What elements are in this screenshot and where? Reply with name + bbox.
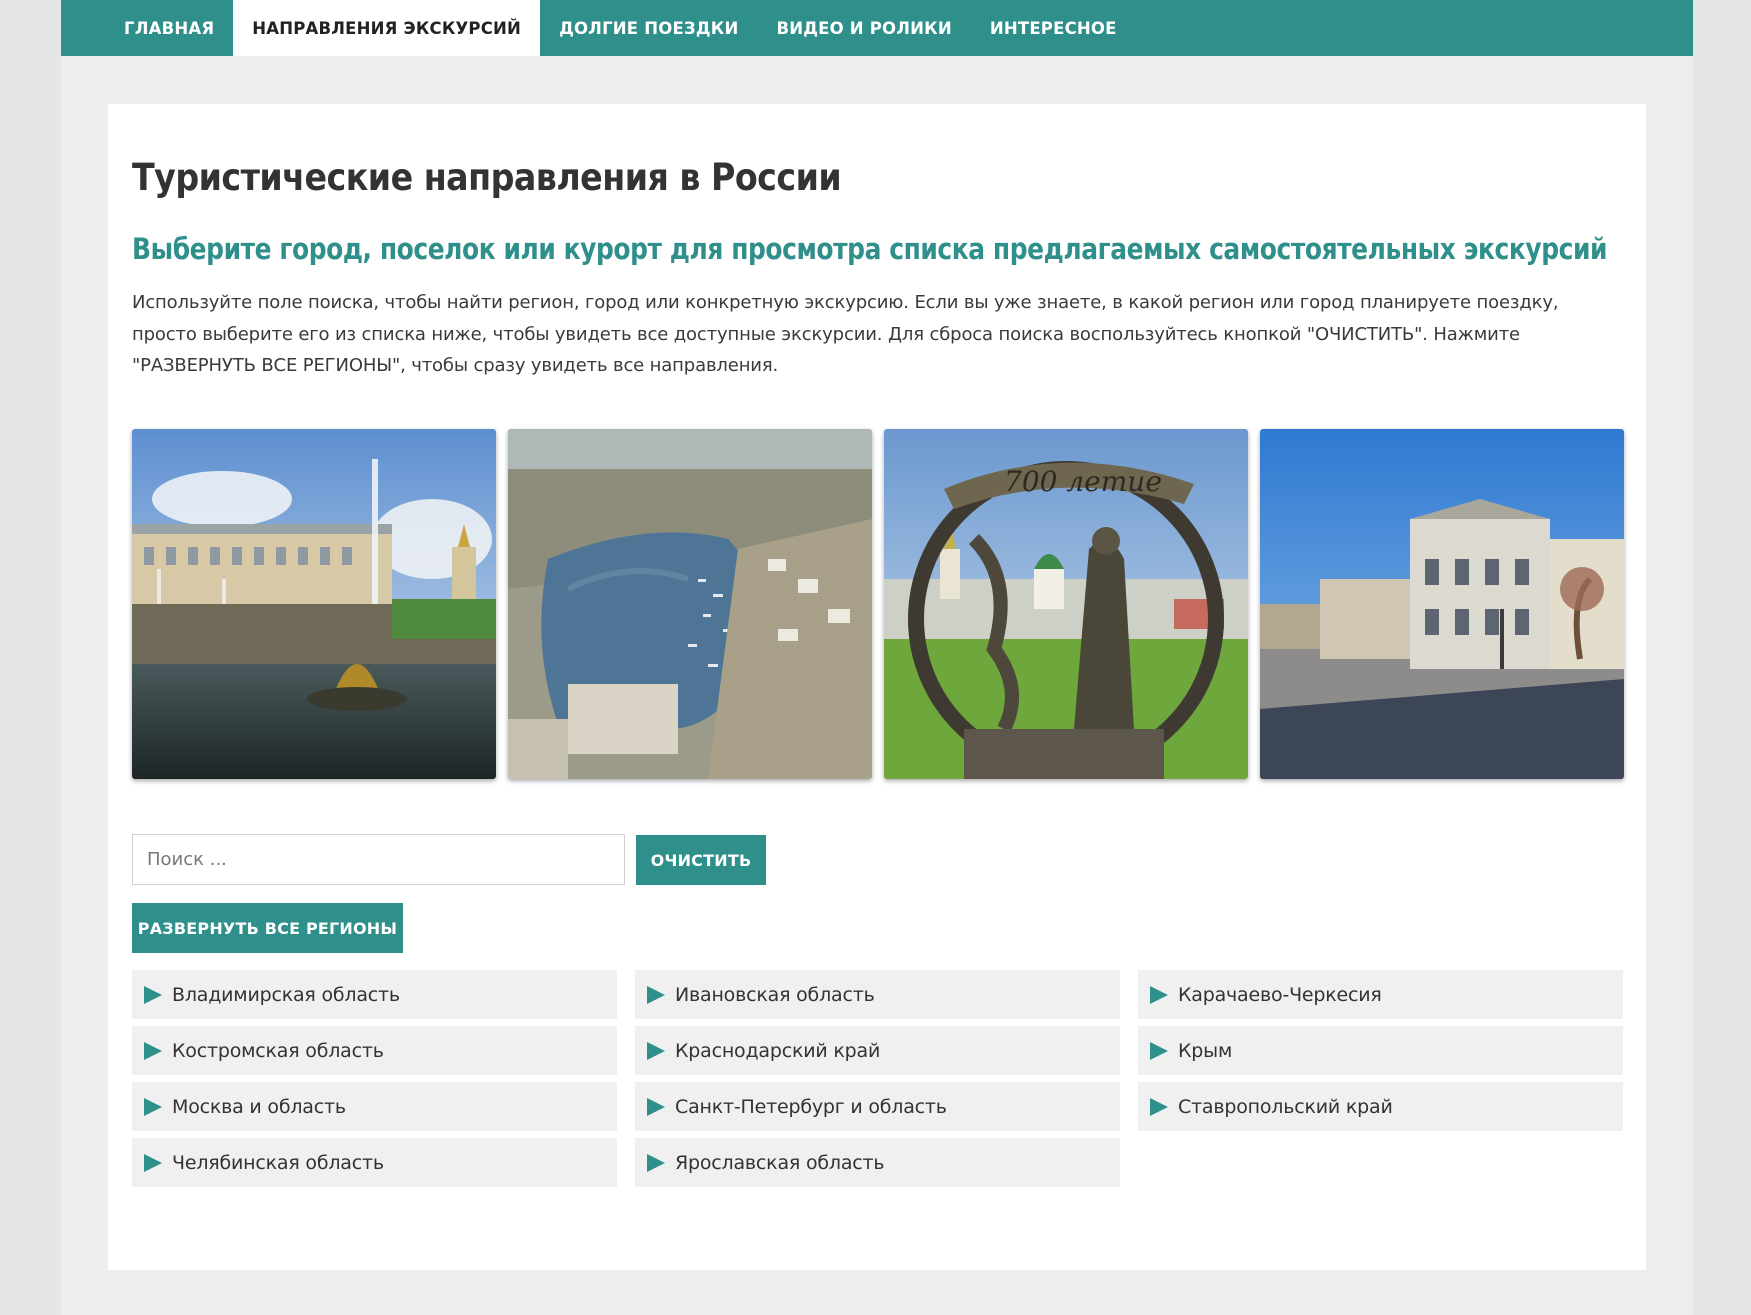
gallery-photo-palace-fountains[interactable] — [132, 429, 496, 779]
expand-triangle-icon — [144, 1153, 162, 1172]
monument-banner-text: 700 летие — [1004, 465, 1162, 498]
region-item-chelyabinsk[interactable]: Челябинская область — [132, 1138, 617, 1187]
search-input[interactable] — [132, 834, 625, 885]
nav-item-interesting[interactable]: ИНТЕРЕСНОЕ — [971, 0, 1136, 56]
expand-all-regions-button[interactable]: РАЗВЕРНУТЬ ВСЕ РЕГИОНЫ — [132, 903, 403, 953]
palace-fountains-image — [132, 429, 496, 779]
region-item-stavropol[interactable]: Ставропольский край — [1138, 1082, 1623, 1131]
monument-image: 700 летие — [884, 429, 1248, 779]
street-image — [1260, 429, 1624, 779]
region-item-crimea[interactable]: Крым — [1138, 1026, 1623, 1075]
gallery-photo-street[interactable] — [1260, 429, 1624, 779]
region-label: Санкт-Петербург и область — [675, 1095, 947, 1118]
expand-triangle-icon — [647, 1097, 665, 1116]
region-label: Владимирская область — [172, 983, 400, 1006]
region-item-krasnodar[interactable]: Краснодарский край — [635, 1026, 1120, 1075]
intro-text: Используйте поле поиска, чтобы найти рег… — [132, 292, 1559, 376]
region-item-saint-petersburg[interactable]: Санкт-Петербург и область — [635, 1082, 1120, 1131]
nav-item-videos[interactable]: ВИДЕО И РОЛИКИ — [757, 0, 970, 56]
site-wrapper: ГЛАВНАЯ НАПРАВЛЕНИЯ ЭКСКУРСИЙ ДОЛГИЕ ПОЕ… — [61, 0, 1693, 1315]
expand-triangle-icon — [144, 1097, 162, 1116]
region-label: Ставропольский край — [1178, 1095, 1393, 1118]
region-label: Карачаево-Черкесия — [1178, 983, 1382, 1006]
expand-triangle-icon — [647, 1153, 665, 1172]
expand-triangle-icon — [647, 1041, 665, 1060]
gallery-photo-monument[interactable]: 700 летие — [884, 429, 1248, 779]
region-item-ivanovo[interactable]: Ивановская область — [635, 970, 1120, 1019]
main-navigation: ГЛАВНАЯ НАПРАВЛЕНИЯ ЭКСКУРСИЙ ДОЛГИЕ ПОЕ… — [61, 0, 1693, 56]
expand-triangle-icon — [1150, 985, 1168, 1004]
nav-item-long-trips[interactable]: ДОЛГИЕ ПОЕЗДКИ — [540, 0, 757, 56]
page-title: Туристические направления в России — [132, 156, 842, 199]
gallery-photo-bay[interactable] — [508, 429, 872, 779]
expand-triangle-icon — [1150, 1097, 1168, 1116]
clear-button[interactable]: ОЧИСТИТЬ — [636, 835, 766, 885]
region-label: Москва и область — [172, 1095, 346, 1118]
region-item-vladimir[interactable]: Владимирская область — [132, 970, 617, 1019]
region-label: Крым — [1178, 1039, 1233, 1062]
region-label: Ярославская область — [675, 1151, 885, 1174]
expand-triangle-icon — [1150, 1041, 1168, 1060]
region-item-kostroma[interactable]: Костромская область — [132, 1026, 617, 1075]
region-label: Костромская область — [172, 1039, 384, 1062]
nav-item-excursion-directions[interactable]: НАПРАВЛЕНИЯ ЭКСКУРСИЙ — [233, 0, 541, 56]
content-card: Туристические направления в России Выбер… — [108, 104, 1646, 1270]
region-item-karachay-cherkessia[interactable]: Карачаево-Черкесия — [1138, 970, 1623, 1019]
expand-triangle-icon — [144, 1041, 162, 1060]
expand-triangle-icon — [647, 985, 665, 1004]
photo-gallery: 700 летие — [132, 429, 1626, 779]
region-label: Краснодарский край — [675, 1039, 881, 1062]
region-label: Ивановская область — [675, 983, 875, 1006]
region-label: Челябинская область — [172, 1151, 384, 1174]
expand-triangle-icon — [144, 985, 162, 1004]
region-item-yaroslavl[interactable]: Ярославская область — [635, 1138, 1120, 1187]
bay-image — [508, 429, 872, 779]
region-item-moscow[interactable]: Москва и область — [132, 1082, 617, 1131]
page-subtitle: Выберите город, поселок или курорт для п… — [132, 232, 1608, 266]
nav-item-home[interactable]: ГЛАВНАЯ — [105, 0, 233, 56]
